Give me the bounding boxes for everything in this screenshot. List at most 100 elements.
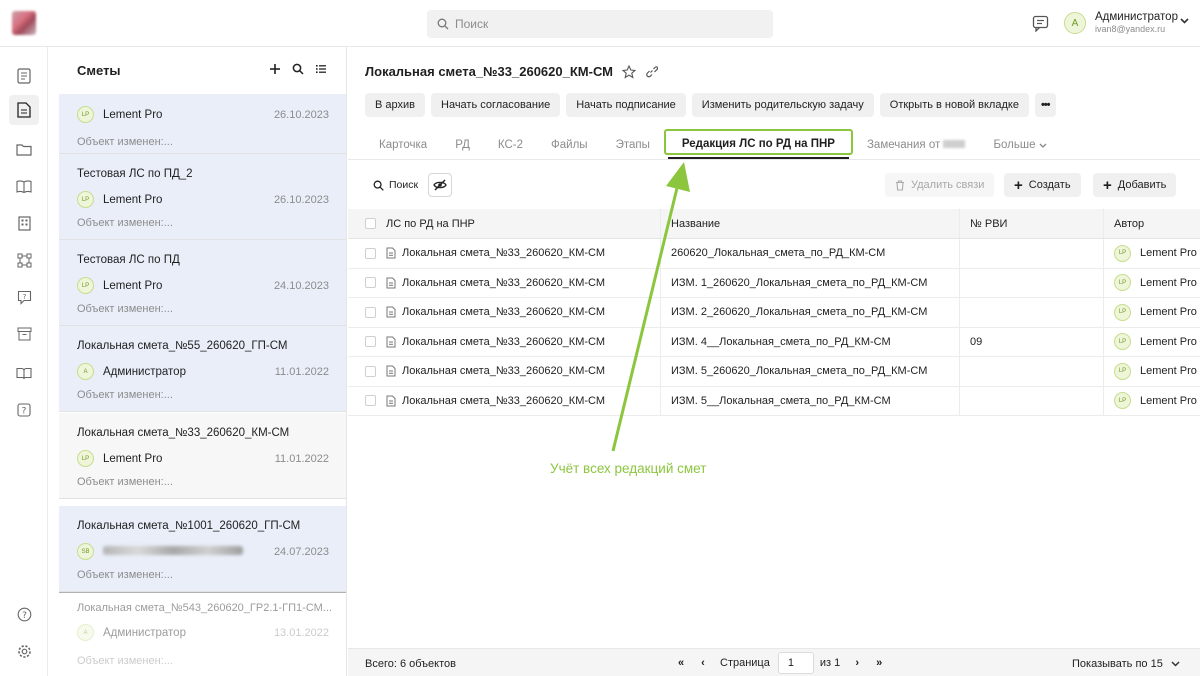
page-input[interactable]: 1 (777, 652, 814, 674)
next-page-button[interactable]: › (846, 657, 868, 669)
tab-remarks[interactable]: Замечания от (853, 139, 979, 159)
search-icon (437, 18, 449, 30)
row-author: Lement Pro (1140, 365, 1197, 378)
document-icon (386, 306, 396, 318)
col-name-header[interactable]: Название (671, 218, 720, 230)
tab-files[interactable]: Файлы (537, 139, 602, 159)
row-ls-link[interactable]: Локальная смета_№33_260620_КМ-СМ (402, 365, 605, 377)
global-search-input[interactable]: Поиск (427, 10, 773, 38)
card-changed: Объект изменен:... (77, 217, 173, 229)
col-ls-header[interactable]: ЛС по РД на ПНР (386, 218, 475, 230)
start-approval-button[interactable]: Начать согласование (431, 93, 561, 117)
building-icon[interactable] (14, 213, 34, 233)
archive-button[interactable]: В архив (365, 93, 425, 117)
author-avatar: LP (1114, 362, 1131, 380)
row-name: ИЗМ. 5__Локальная_смета_по_РД_КМ-СМ (671, 394, 891, 407)
row-checkbox[interactable] (365, 247, 376, 259)
user-menu[interactable]: А Администратор ivan8@yandex.ru (1064, 11, 1178, 35)
estimate-card[interactable]: Тестовая ЛС по ПД LP Lement Pro 24.10.20… (59, 240, 346, 326)
row-name: 260620_Локальная_смета_по_РД_КМ-СМ (671, 247, 886, 260)
table-row[interactable]: Локальная смета_№33_260620_КМ-СМ ИЗМ. 5_2… (348, 357, 1200, 387)
panel-title: Сметы (77, 63, 121, 78)
row-ls-link[interactable]: Локальная смета_№33_260620_КМ-СМ (402, 306, 605, 318)
row-ls-link[interactable]: Локальная смета_№33_260620_КМ-СМ (402, 395, 605, 407)
book-icon[interactable] (14, 176, 34, 196)
settings-icon[interactable] (14, 641, 34, 661)
estimate-card[interactable]: Локальная смета_№55_260620_ГП-СМ А Админ… (59, 326, 346, 412)
svg-text:?: ? (22, 407, 27, 417)
estimates-icon[interactable] (9, 95, 39, 125)
estimate-card[interactable]: Локальная смета_№543_260620_ГР2.1-ГП1-СМ… (59, 592, 346, 676)
table-row[interactable]: Локальная смета_№33_260620_КМ-СМ 260620_Л… (348, 239, 1200, 269)
card-title: Тестовая ЛС по ПД (77, 254, 180, 266)
author-avatar: LP (1114, 392, 1131, 410)
change-parent-task-button[interactable]: Изменить родительскую задачу (691, 93, 874, 117)
row-checkbox[interactable] (365, 306, 376, 318)
table-row[interactable]: Локальная смета_№33_260620_КМ-СМ ИЗМ. 5__… (348, 386, 1200, 416)
app-logo[interactable] (12, 11, 36, 35)
chevron-down-icon (1171, 661, 1180, 667)
document-title: Локальная смета_№33_260620_КМ-СМ (365, 64, 613, 79)
col-rvi-header[interactable]: № РВИ (970, 218, 1007, 230)
row-ls-link[interactable]: Локальная смета_№33_260620_КМ-СМ (402, 247, 605, 259)
table-footer: Всего: 6 объектов « ‹ Страница 1 из 1 › … (348, 648, 1200, 676)
open-new-tab-button[interactable]: Открыть в новой вкладке (879, 93, 1029, 117)
chat-icon[interactable] (1032, 15, 1049, 32)
document-icon (386, 395, 396, 407)
row-ls-link[interactable]: Локальная смета_№33_260620_КМ-СМ (402, 277, 605, 289)
help-chat-icon[interactable]: ? (14, 287, 34, 307)
table-row[interactable]: Локальная смета_№33_260620_КМ-СМ ИЗМ. 2_2… (348, 298, 1200, 328)
table-row[interactable]: Локальная смета_№33_260620_КМ-СМ ИЗМ. 4__… (348, 327, 1200, 357)
workflow-icon[interactable] (14, 250, 34, 270)
tab-more[interactable]: Больше (979, 139, 1060, 159)
chevron-down-icon[interactable] (1180, 18, 1189, 24)
tab-revisions[interactable]: Редакция ЛС по РД на ПНР (663, 129, 854, 159)
prev-page-button[interactable]: ‹ (692, 657, 714, 669)
add-icon[interactable] (269, 63, 281, 75)
table-search-button[interactable]: Поиск (365, 173, 427, 197)
hide-columns-button[interactable] (428, 173, 452, 197)
first-page-button[interactable]: « (670, 657, 692, 669)
link-icon[interactable] (645, 65, 658, 78)
delete-links-label: Удалить связи (911, 179, 985, 191)
tab-ks2[interactable]: КС-2 (484, 139, 537, 159)
table-row[interactable]: Локальная смета_№33_260620_КМ-СМ ИЗМ. 1_2… (348, 268, 1200, 298)
row-checkbox[interactable] (365, 395, 376, 407)
add-label: Добавить (1117, 179, 1167, 191)
delete-links-button[interactable]: Удалить связи (885, 173, 995, 197)
select-all-checkbox[interactable] (365, 218, 376, 229)
last-page-button[interactable]: » (868, 657, 890, 669)
estimate-card[interactable]: LP Lement Pro 26.10.2023 Объект изменен:… (59, 94, 346, 154)
document-tabs: Карточка РД КС-2 Файлы Этапы Редакция ЛС… (365, 129, 1200, 159)
card-date: 26.10.2023 (273, 108, 329, 121)
row-checkbox[interactable] (365, 336, 376, 348)
row-checkbox[interactable] (365, 365, 376, 377)
col-author-header[interactable]: Автор (1114, 218, 1144, 230)
card-date: 26.10.2023 (273, 193, 329, 206)
estimate-card[interactable]: Локальная смета_№1001_260620_ГП-СМ SB 24… (59, 506, 346, 592)
top-bar: Поиск А Администратор ivan8@yandex.ru (0, 0, 1200, 47)
list-view-icon[interactable] (315, 63, 327, 75)
info-help-icon[interactable]: ? (14, 604, 34, 624)
panel-header: Сметы (59, 47, 346, 94)
start-signing-button[interactable]: Начать подписание (566, 93, 686, 117)
add-button[interactable]: + Добавить (1093, 173, 1177, 197)
star-icon[interactable] (622, 64, 636, 79)
estimate-card-selected[interactable]: Локальная смета_№33_260620_КМ-СМ LP Leme… (59, 413, 346, 499)
more-actions-button[interactable]: ••• (1034, 93, 1056, 117)
create-button[interactable]: + Создать (1004, 173, 1081, 197)
folder-icon[interactable] (14, 139, 34, 159)
tab-stages[interactable]: Этапы (602, 139, 664, 159)
row-checkbox[interactable] (365, 277, 376, 289)
author-avatar: LP (77, 106, 94, 123)
tab-rd[interactable]: РД (441, 139, 484, 159)
docs-book-icon[interactable] (14, 363, 34, 383)
tab-card[interactable]: Карточка (365, 139, 441, 159)
per-page-select[interactable]: Показывать по 15 (1072, 658, 1180, 670)
archive-icon[interactable] (14, 324, 34, 344)
estimate-card[interactable]: Тестовая ЛС по ПД_2 LP Lement Pro 26.10.… (59, 154, 346, 240)
search-icon[interactable] (292, 63, 304, 75)
question-icon[interactable]: ? (14, 400, 34, 420)
row-ls-link[interactable]: Локальная смета_№33_260620_КМ-СМ (402, 336, 605, 348)
tasks-icon[interactable] (14, 66, 34, 86)
